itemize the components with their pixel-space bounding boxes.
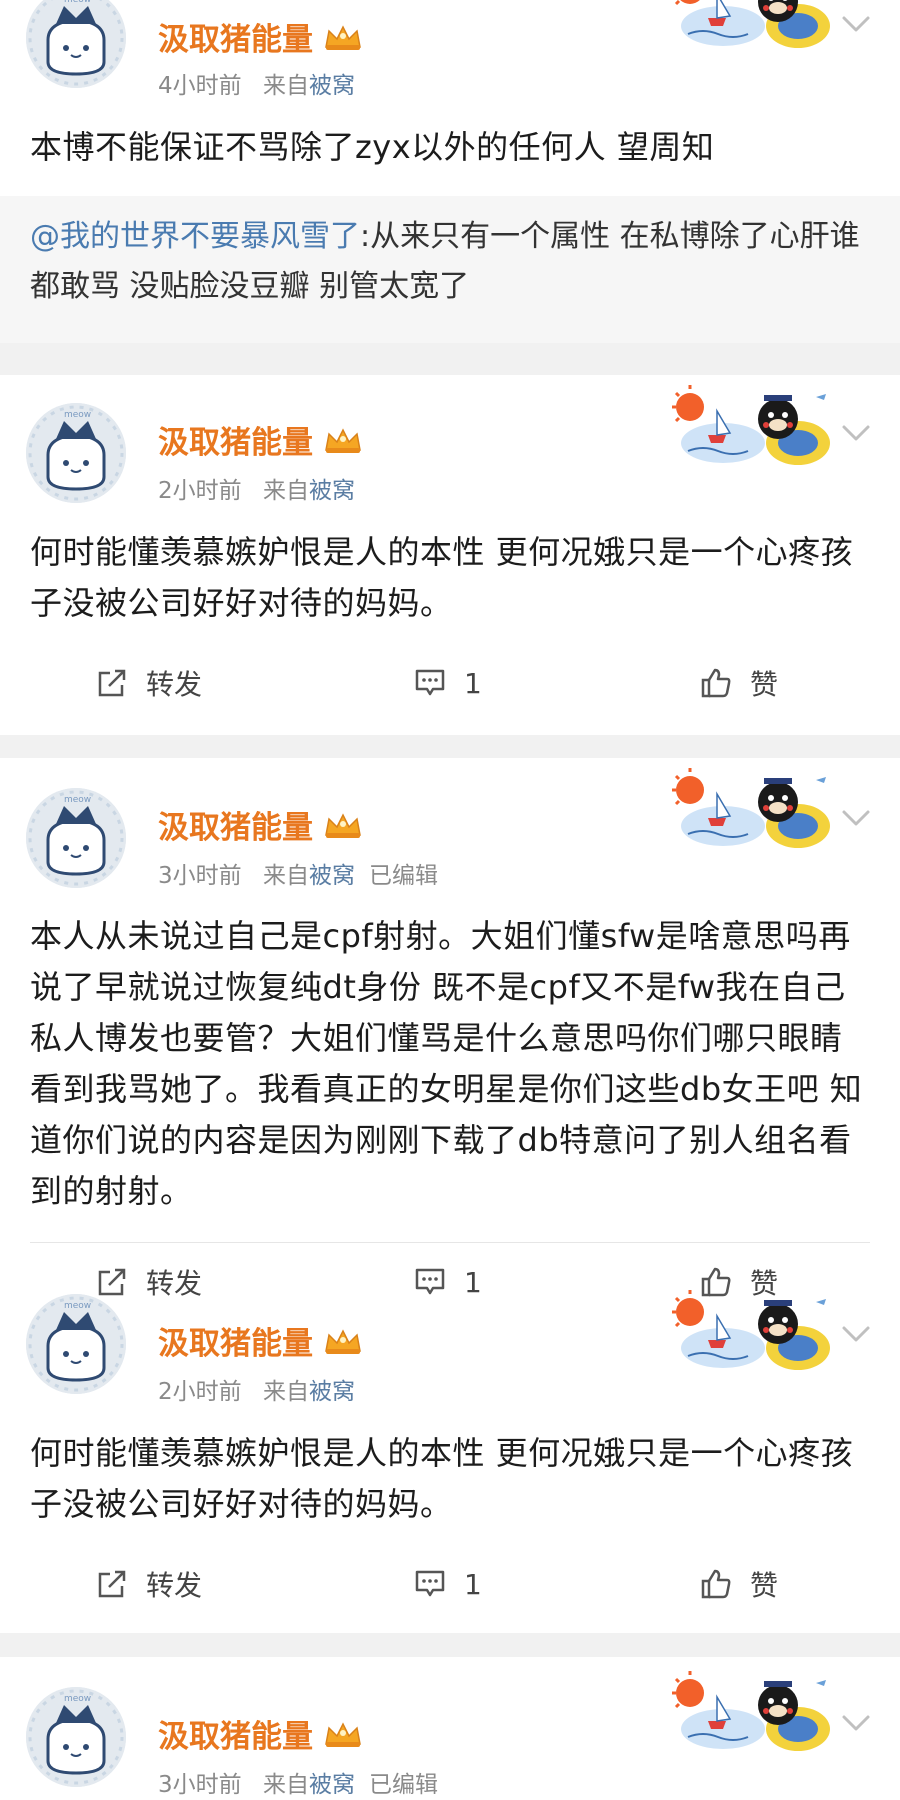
source-link[interactable]: 被窝	[309, 1379, 355, 1405]
like-icon	[700, 667, 732, 699]
avatar[interactable]	[26, 1294, 126, 1394]
action-bar: 转发 1 赞	[0, 1554, 900, 1614]
vip-crown-icon	[323, 1327, 363, 1355]
sticker-decoration	[668, 0, 838, 50]
comment-button[interactable]: 1	[414, 653, 482, 713]
vip-crown-icon	[323, 426, 363, 454]
repost-icon	[96, 667, 128, 699]
avatar[interactable]	[26, 1687, 126, 1787]
weibo-post: 汲取猪能量 4小时前 来自被窝 本博不能保证不骂除了zyx以外的任何人 望周知 …	[0, 0, 900, 343]
post-time: 4小时前	[158, 73, 242, 99]
source-link[interactable]: 被窝	[309, 478, 355, 504]
repost-button[interactable]: 转发	[96, 653, 202, 713]
comment-button[interactable]: 1	[414, 1252, 482, 1312]
weibo-post: 汲取猪能量 3小时前 来自被窝 已编辑	[0, 1657, 900, 1800]
username-text[interactable]: 汲取猪能量	[158, 417, 313, 462]
from-label: 来自	[262, 73, 309, 99]
username-text[interactable]: 汲取猪能量	[158, 802, 313, 847]
avatar[interactable]	[26, 403, 126, 503]
username-text[interactable]: 汲取猪能量	[158, 1711, 313, 1756]
sticker-decoration	[668, 1667, 838, 1753]
repost-label: 转发	[146, 668, 203, 701]
username-text[interactable]: 汲取猪能量	[158, 14, 313, 59]
sticker-decoration	[668, 381, 838, 467]
post-meta: 2小时前 来自被窝	[158, 1372, 355, 1406]
chevron-down-icon[interactable]	[840, 1324, 872, 1344]
username[interactable]: 汲取猪能量	[158, 417, 363, 462]
edited-label: 已编辑	[368, 863, 438, 889]
username[interactable]: 汲取猪能量	[158, 14, 363, 59]
from-label: 来自	[262, 478, 309, 504]
repost-button[interactable]: 转发	[96, 1554, 202, 1614]
weibo-post: 汲取猪能量 3小时前 来自被窝 已编辑 本人从未说过自己是cpf射射。大姐们懂sf…	[0, 758, 900, 1633]
repost-icon	[96, 1568, 128, 1600]
divider	[30, 1242, 870, 1243]
vip-crown-icon	[323, 1720, 363, 1748]
chevron-down-icon[interactable]	[840, 808, 872, 828]
post-meta: 3小时前 来自被窝 已编辑	[158, 1765, 438, 1799]
post-time: 3小时前	[158, 863, 242, 889]
like-button[interactable]: 赞	[700, 1554, 778, 1614]
post-text: 本人从未说过自己是cpf射射。大姐们懂sfw是啥意思吗再说了早就说过恢复纯dt身…	[30, 917, 863, 1210]
sticker-decoration	[668, 1286, 838, 1372]
like-label: 赞	[750, 1569, 779, 1602]
comment-icon	[414, 1568, 446, 1600]
post-meta: 3小时前 来自被窝 已编辑	[158, 856, 438, 890]
comment-icon	[414, 1266, 446, 1298]
repost-icon	[96, 1266, 128, 1298]
source-link[interactable]: 被窝	[309, 863, 355, 889]
chevron-down-icon[interactable]	[840, 14, 872, 34]
username-text[interactable]: 汲取猪能量	[158, 1318, 313, 1363]
sticker-decoration	[668, 764, 838, 850]
avatar[interactable]	[26, 0, 126, 88]
username[interactable]: 汲取猪能量	[158, 802, 363, 847]
repost-label: 转发	[146, 1267, 203, 1300]
comment-count: 1	[464, 666, 482, 700]
from-label: 来自	[262, 1772, 309, 1798]
comment-button[interactable]: 1	[414, 1554, 482, 1614]
comment-count: 1	[464, 1567, 482, 1601]
quote-author[interactable]: @我的世界不要暴风雪了	[30, 219, 360, 254]
source-link[interactable]: 被窝	[309, 73, 355, 99]
username[interactable]: 汲取猪能量	[158, 1318, 363, 1363]
weibo-post: 汲取猪能量 2小时前 来自被窝 何时能懂羡慕嫉妒恨是人的本性 更何况娥只是一个心…	[0, 375, 900, 735]
source-link[interactable]: 被窝	[309, 1772, 355, 1798]
from-label: 来自	[262, 1379, 309, 1405]
quote-text: @我的世界不要暴风雪了:从来只有一个属性 在私博除了心肝谁都敢骂 没贴脸没豆瓣 …	[30, 212, 870, 312]
post-meta: 4小时前 来自被窝	[158, 66, 355, 100]
post-meta: 2小时前 来自被窝	[158, 471, 355, 505]
post-text: 本博不能保证不骂除了zyx以外的任何人 望周知	[30, 128, 715, 166]
chevron-down-icon[interactable]	[840, 423, 872, 443]
post-time: 3小时前	[158, 1772, 242, 1798]
chevron-down-icon[interactable]	[840, 1713, 872, 1733]
comment-icon	[414, 667, 446, 699]
action-bar: 转发 1 赞	[0, 653, 900, 713]
post-text: 何时能懂羡慕嫉妒恨是人的本性 更何况娥只是一个心疼孩子没被公司好好对待的妈妈。	[30, 533, 854, 622]
username[interactable]: 汲取猪能量	[158, 1711, 363, 1756]
avatar[interactable]	[26, 788, 126, 888]
vip-crown-icon	[323, 23, 363, 51]
like-button[interactable]: 赞	[700, 653, 778, 713]
post-time: 2小时前	[158, 1379, 242, 1405]
quoted-post[interactable]: @我的世界不要暴风雪了:从来只有一个属性 在私博除了心肝谁都敢骂 没贴脸没豆瓣 …	[0, 196, 900, 343]
comment-count: 1	[464, 1265, 482, 1299]
repost-label: 转发	[146, 1569, 203, 1602]
like-label: 赞	[750, 668, 779, 701]
repost-button[interactable]: 转发	[96, 1252, 202, 1312]
from-label: 来自	[262, 863, 309, 889]
like-icon	[700, 1568, 732, 1600]
edited-label: 已编辑	[368, 1772, 438, 1798]
vip-crown-icon	[323, 811, 363, 839]
post-time: 2小时前	[158, 478, 242, 504]
post-text: 何时能懂羡慕嫉妒恨是人的本性 更何况娥只是一个心疼孩子没被公司好好对待的妈妈。	[30, 1434, 854, 1523]
